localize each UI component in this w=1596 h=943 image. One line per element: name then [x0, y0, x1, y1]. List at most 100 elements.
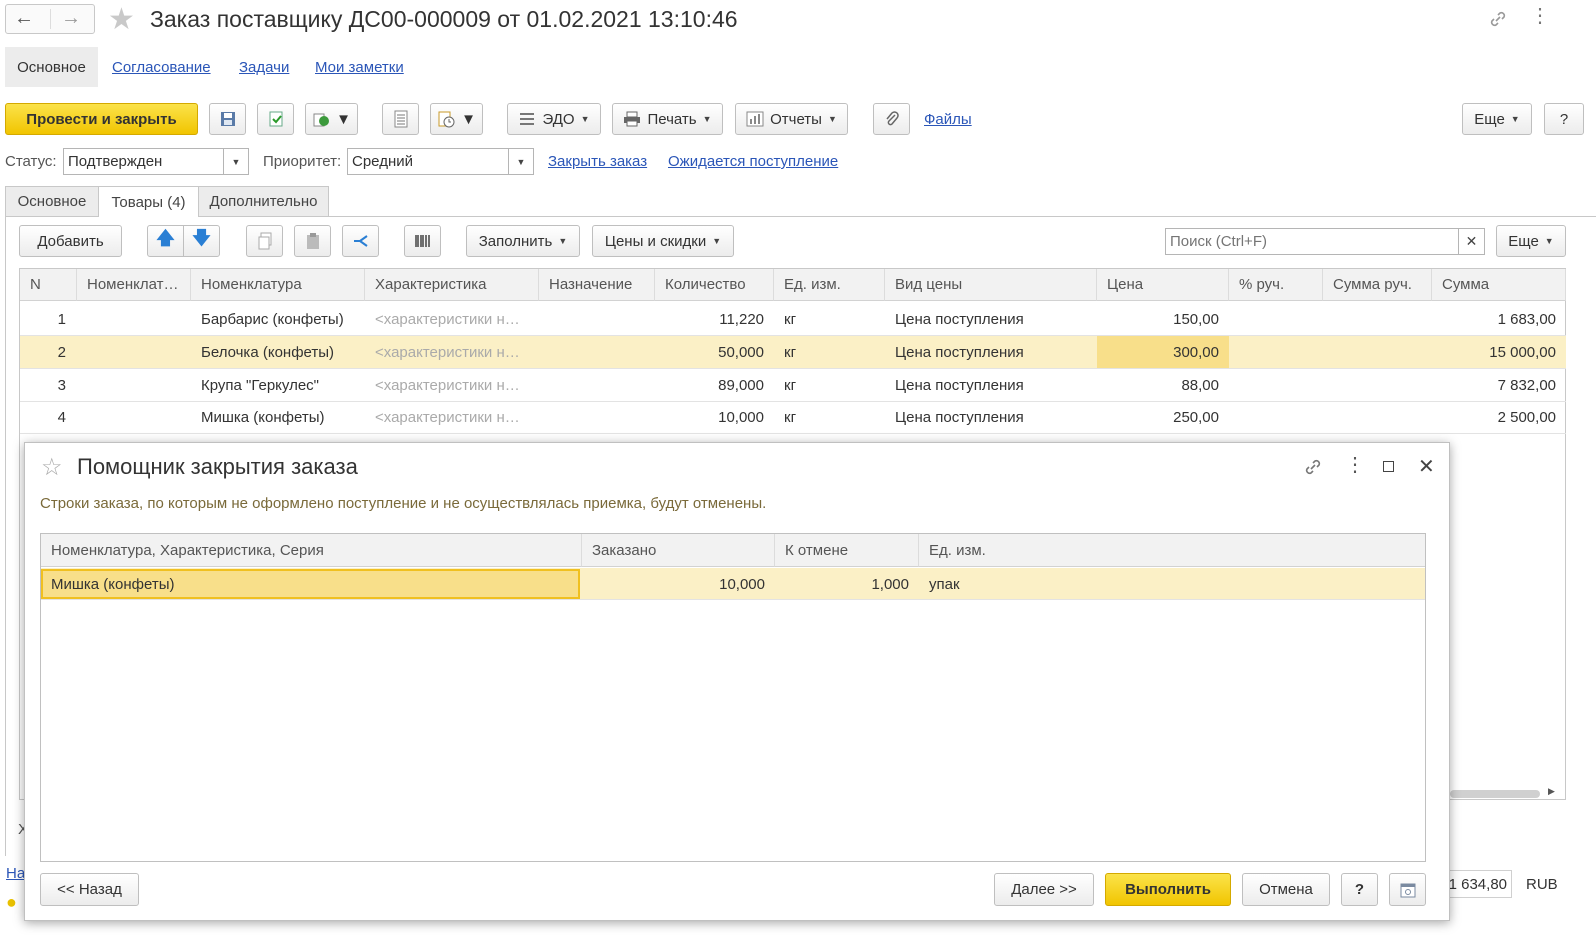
col-header-sum[interactable]: Сумма: [1432, 269, 1566, 301]
prices-discounts-button[interactable]: Цены и скидки ▼: [592, 225, 734, 257]
add-row-button[interactable]: Добавить: [19, 225, 122, 257]
col-header-price-type[interactable]: Вид цены: [885, 269, 1097, 301]
dialog-row-cancel[interactable]: 1,000: [775, 568, 919, 600]
status-select[interactable]: Подтвержден ▼: [63, 148, 249, 175]
row-price[interactable]: 250,00: [1097, 401, 1229, 433]
print-button[interactable]: Печать ▼: [612, 103, 723, 135]
copy-button[interactable]: [246, 225, 283, 257]
row-price-type[interactable]: Цена поступления: [885, 401, 1097, 433]
files-link[interactable]: Файлы: [924, 111, 972, 128]
nav-approval-link[interactable]: Согласование: [112, 59, 211, 76]
split-row-button[interactable]: [342, 225, 379, 257]
dialog-col-header-cancel[interactable]: К отмене: [775, 534, 919, 567]
scroll-right-icon[interactable]: ▶: [1548, 786, 1555, 797]
col-header-n[interactable]: N: [20, 269, 77, 301]
close-order-link[interactable]: Закрыть заказ: [548, 153, 647, 170]
row-price[interactable]: 88,00: [1097, 369, 1229, 401]
dialog-row-unit[interactable]: упак: [919, 568, 1119, 600]
structure-button[interactable]: [382, 103, 419, 135]
forward-arrow-icon[interactable]: →: [61, 7, 81, 30]
col-header-nomenclature[interactable]: Номенклатура: [191, 269, 365, 301]
favorite-star-icon[interactable]: ★: [108, 2, 135, 37]
related-docs-button[interactable]: ▼: [430, 103, 483, 135]
dialog-col-header-unit[interactable]: Ед. изм.: [919, 534, 1425, 567]
row-nomenclature[interactable]: Крупа "Геркулес": [191, 369, 365, 401]
row-sum[interactable]: 15 000,00: [1432, 336, 1566, 368]
row-quantity[interactable]: 11,220: [655, 303, 774, 335]
col-header-purpose[interactable]: Назначение: [539, 269, 655, 301]
row-unit[interactable]: кг: [774, 336, 885, 368]
row-unit[interactable]: кг: [774, 369, 885, 401]
row-nomenclature[interactable]: Мишка (конфеты): [191, 401, 365, 433]
dialog-back-button[interactable]: << Назад: [40, 873, 139, 906]
row-unit[interactable]: кг: [774, 303, 885, 335]
post-button[interactable]: [257, 103, 294, 135]
row-nomenclature[interactable]: Барбарис (конфеты): [191, 303, 365, 335]
fill-button[interactable]: Заполнить ▼: [466, 225, 580, 257]
row-characteristic[interactable]: <характеристики н…: [365, 303, 539, 335]
row-unit[interactable]: кг: [774, 401, 885, 433]
dialog-col-header-name[interactable]: Номенклатура, Характеристика, Серия: [41, 534, 582, 567]
dialog-row-name[interactable]: Мишка (конфеты): [41, 569, 580, 599]
lightbulb-icon[interactable]: ●: [6, 892, 17, 913]
create-based-on-button[interactable]: ▼: [305, 103, 358, 135]
attach-button[interactable]: [873, 103, 910, 135]
tab-additional[interactable]: Дополнительно: [198, 186, 329, 216]
row-quantity[interactable]: 89,000: [655, 369, 774, 401]
col-header-quantity[interactable]: Количество: [655, 269, 774, 301]
row-quantity[interactable]: 10,000: [655, 401, 774, 433]
row-price-type[interactable]: Цена поступления: [885, 369, 1097, 401]
dialog-execute-button[interactable]: Выполнить: [1105, 873, 1231, 906]
dialog-row-ordered[interactable]: 10,000: [582, 568, 775, 600]
search-input[interactable]: [1165, 228, 1459, 255]
row-characteristic[interactable]: <характеристики н…: [365, 336, 539, 368]
col-header-manual-percent[interactable]: % руч.: [1229, 269, 1323, 301]
nav-tasks-link[interactable]: Задачи: [239, 59, 289, 76]
dialog-favorite-star-icon[interactable]: ☆: [41, 453, 63, 482]
col-header-unit[interactable]: Ед. изм.: [774, 269, 885, 301]
more-vertical-icon[interactable]: ⋮: [1530, 6, 1550, 26]
more-button[interactable]: Еще ▼: [1462, 103, 1532, 135]
dialog-more-icon[interactable]: ⋮: [1345, 455, 1365, 475]
barcode-button[interactable]: [404, 225, 441, 257]
col-header-nomenclature-short[interactable]: Номенклат…: [77, 269, 191, 301]
search-clear-button[interactable]: ✕: [1459, 228, 1485, 255]
row-quantity[interactable]: 50,000: [655, 336, 774, 368]
move-down-button[interactable]: 🡇: [183, 225, 220, 257]
back-arrow-icon[interactable]: ←: [14, 7, 34, 30]
dialog-help-button[interactable]: ?: [1341, 873, 1378, 906]
row-characteristic[interactable]: <характеристики н…: [365, 369, 539, 401]
footer-link[interactable]: На: [6, 865, 25, 882]
dialog-col-header-ordered[interactable]: Заказано: [582, 534, 775, 567]
post-and-close-button[interactable]: Провести и закрыть: [5, 103, 198, 135]
edo-button[interactable]: ЭДО ▼: [507, 103, 601, 135]
col-header-price[interactable]: Цена: [1097, 269, 1229, 301]
tab-main[interactable]: Основное: [5, 186, 99, 216]
link-icon[interactable]: [1488, 9, 1508, 29]
row-price[interactable]: 150,00: [1097, 303, 1229, 335]
row-sum[interactable]: 1 683,00: [1432, 303, 1566, 335]
awaiting-receipt-link[interactable]: Ожидается поступление: [668, 153, 838, 170]
row-price-type[interactable]: Цена поступления: [885, 336, 1097, 368]
dialog-maximize-icon[interactable]: [1383, 461, 1394, 472]
reports-button[interactable]: Отчеты ▼: [735, 103, 848, 135]
horizontal-scrollbar[interactable]: [1450, 790, 1540, 798]
dialog-settings-button[interactable]: [1389, 873, 1426, 906]
goods-more-button[interactable]: Еще ▼: [1496, 225, 1566, 257]
dialog-next-button[interactable]: Далее >>: [994, 873, 1094, 906]
dialog-link-icon[interactable]: [1303, 457, 1323, 477]
dialog-cancel-button[interactable]: Отмена: [1242, 873, 1330, 906]
row-characteristic[interactable]: <характеристики н…: [365, 401, 539, 433]
tab-goods[interactable]: Товары (4): [98, 186, 199, 217]
help-button[interactable]: ?: [1544, 103, 1584, 135]
row-sum[interactable]: 2 500,00: [1432, 401, 1566, 433]
row-price-type[interactable]: Цена поступления: [885, 303, 1097, 335]
nav-notes-link[interactable]: Мои заметки: [315, 59, 404, 76]
dialog-close-icon[interactable]: ✕: [1418, 454, 1435, 479]
move-up-button[interactable]: 🡅: [147, 225, 184, 257]
paste-button[interactable]: [294, 225, 331, 257]
row-price[interactable]: 300,00: [1097, 336, 1229, 368]
nav-main-active[interactable]: Основное: [5, 47, 98, 87]
save-button[interactable]: [209, 103, 246, 135]
row-sum[interactable]: 7 832,00: [1432, 369, 1566, 401]
